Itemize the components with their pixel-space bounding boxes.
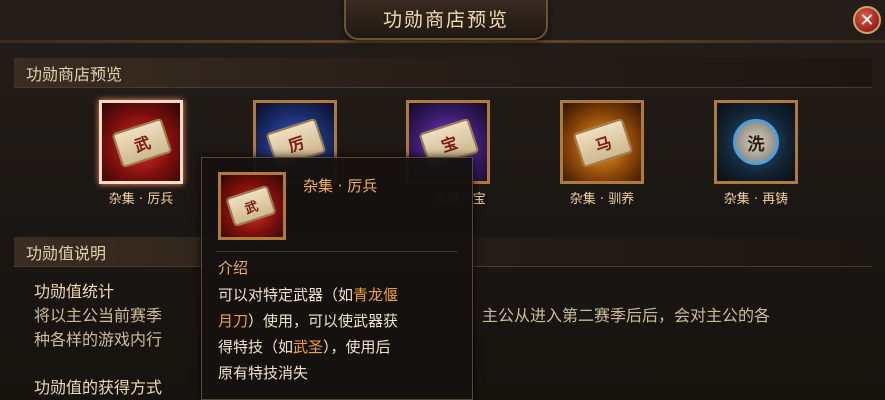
recast-icon: 洗 (733, 119, 779, 165)
shop-item-4[interactable]: 马 杂集 · 驯养 (560, 100, 650, 210)
tooltip-divider (216, 251, 458, 252)
tooltip-item-icon: 武 (218, 172, 286, 240)
item-icon-frame: 洗 (714, 100, 798, 184)
desc-text: 得特技（如 (218, 338, 294, 356)
item-icon-frame: 武 (99, 100, 183, 184)
shop-item-5[interactable]: 洗 杂集 · 再铸 (714, 100, 804, 210)
obtain-title: 功勋值的获得方式 (34, 378, 163, 397)
tooltip-desc-line-3: 得特技（如武圣），使用后 (218, 336, 391, 357)
stats-title: 功勋值统计 (34, 282, 115, 301)
recast-glyph: 洗 (747, 134, 765, 155)
desc-highlight: 青龙偃 (353, 286, 399, 304)
tooltip-desc-line-1: 可以对特定武器（如青龙偃 (218, 284, 398, 305)
desc-text: 可以对特定武器（如 (218, 286, 354, 304)
shop-item-1[interactable]: 武 杂集 · 厉兵 (99, 100, 189, 210)
item-icon-frame: 马 (560, 100, 644, 184)
shop-preview-window: 功勋商店预览 ✕ 功勋商店预览 武 杂集 · 厉兵 厉 宝 杂集 · 宝 马 杂… (0, 0, 885, 400)
scroll-glyph: 武 (243, 198, 261, 218)
desc-text: ），使用后 (323, 338, 391, 356)
shop-section-header: 功勋商店预览 (14, 58, 872, 88)
stats-text-right-1: 主公从进入第二赛季后后，会对主公的各 (482, 306, 771, 325)
scroll-icon: 武 (111, 117, 173, 169)
item-label: 杂集 · 厉兵 (108, 192, 174, 207)
scroll-icon: 马 (572, 117, 634, 169)
tooltip-item-name: 杂集 · 厉兵 (303, 177, 378, 195)
stats-text-left-2: 种各样的游戏内行 (34, 330, 163, 349)
scroll-icon: 武 (225, 184, 277, 228)
desc-highlight: 月刀 (218, 312, 249, 330)
scroll-glyph: 武 (131, 132, 154, 156)
desc-highlight: 武圣 (293, 338, 324, 356)
title-bar-border (0, 40, 885, 43)
scroll-glyph: 宝 (438, 132, 461, 156)
scroll-glyph: 厉 (285, 132, 308, 156)
window-title: 功勋商店预览 (344, 0, 548, 40)
scroll-glyph: 马 (592, 132, 615, 156)
item-tooltip: 武 杂集 · 厉兵 介绍 可以对特定武器（如青龙偃 月刀）使用，可以使武器获 得… (201, 157, 473, 400)
tooltip-desc-line-4: 原有特技消失 (218, 364, 309, 382)
close-button[interactable]: ✕ (853, 6, 881, 34)
tooltip-desc-line-2: 月刀）使用，可以使武器获 (218, 310, 398, 331)
close-icon: ✕ (859, 9, 875, 31)
stats-text-left-1: 将以主公当前赛季 (34, 306, 163, 325)
item-label: 杂集 · 再铸 (723, 192, 789, 207)
tooltip-intro-label: 介绍 (218, 259, 249, 277)
desc-text: ）使用，可以使武器获 (248, 312, 399, 330)
item-label: 杂集 · 驯养 (569, 192, 635, 207)
